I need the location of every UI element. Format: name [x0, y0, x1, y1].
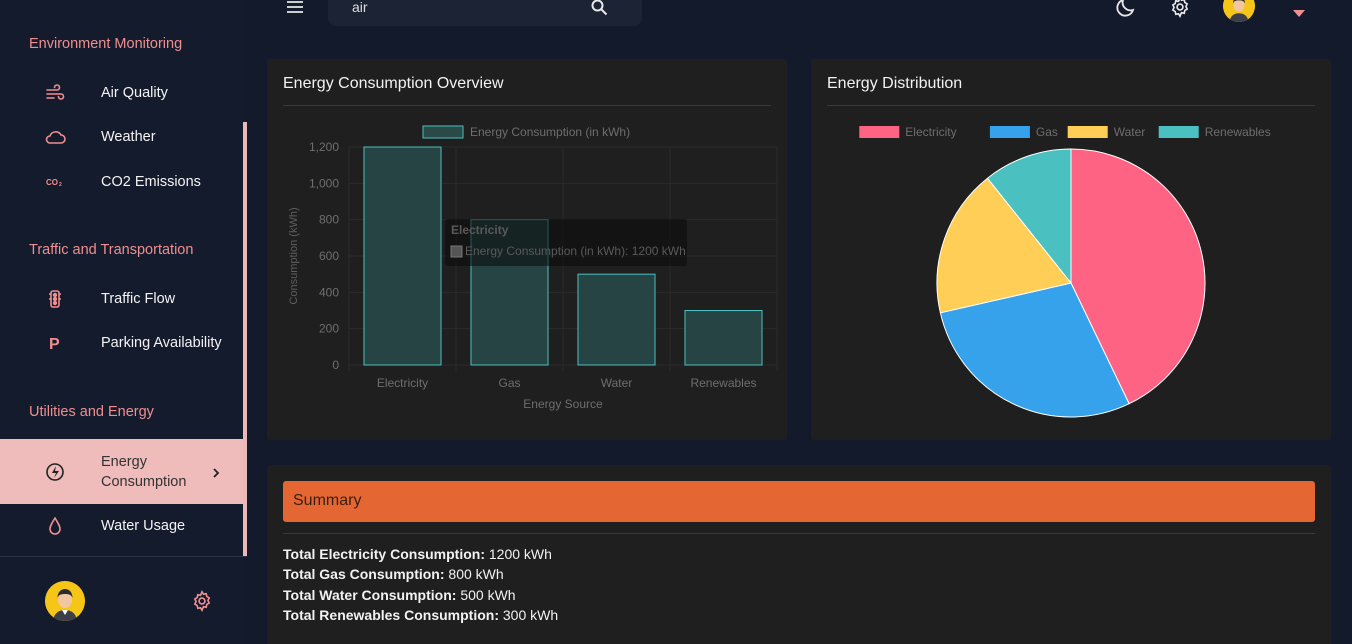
svg-text:2: 2 — [59, 182, 62, 187]
caret-down-icon[interactable] — [1293, 4, 1305, 22]
tooltip-swatch — [450, 245, 463, 258]
dark-mode-moon-icon[interactable] — [1115, 0, 1137, 23]
sidebar-item-label: Air Quality — [101, 85, 168, 101]
summary-line-electricity: Total Electricity Consumption: 1200 kWh — [283, 546, 552, 562]
legend-label: Renewables — [1205, 125, 1271, 139]
summary-label: Total Renewables Consumption: — [283, 607, 499, 623]
sidebar-item-label: Weather — [101, 129, 156, 145]
legend-swatch — [422, 125, 464, 139]
x-tick-label: Renewables — [690, 376, 756, 390]
x-axis-title: Energy Source — [523, 397, 603, 411]
parking-icon: P — [44, 332, 66, 354]
bar — [684, 310, 763, 366]
search-input[interactable] — [352, 0, 582, 17]
settings-gear-icon[interactable] — [191, 590, 213, 617]
sidebar-item-label: Parking Availability — [101, 335, 222, 351]
pie-chart: Electricity Gas Water Renewables — [859, 125, 1271, 418]
energy-overview-card: Energy Consumption Overview Energy Consu… — [267, 59, 787, 440]
cloud-icon — [44, 126, 66, 148]
y-tick-label: 0 — [332, 358, 339, 372]
summary-value: 300 kWh — [502, 607, 559, 623]
summary-label: Total Electricity Consumption: — [283, 546, 485, 562]
summary-value: 1200 kWh — [488, 546, 552, 562]
summary-value: 800 kWh — [448, 566, 504, 582]
summary-divider — [283, 533, 1315, 534]
sidebar-item-air-quality[interactable]: Air Quality — [0, 71, 243, 115]
summary-header: Summary — [283, 481, 1315, 522]
summary-line-gas: Total Gas Consumption: 800 kWh — [283, 566, 504, 582]
sidebar: Environment Monitoring Air Quality Weath… — [0, 0, 247, 644]
summary-label: Total Gas Consumption: — [283, 566, 445, 582]
sidebar-divider — [0, 556, 247, 557]
sidebar-item-traffic-flow[interactable]: Traffic Flow — [0, 277, 243, 321]
y-tick-label: 800 — [319, 213, 339, 227]
sidebar-item-energy-consumption[interactable]: Energy Consumption — [0, 439, 243, 504]
sidebar-item-co2-emissions[interactable]: CO 2 CO2 Emissions — [0, 160, 243, 204]
sidebar-item-label: Energy Consumption — [101, 453, 187, 490]
legend-label: Gas — [1036, 125, 1058, 139]
summary-label: Total Water Consumption: — [283, 587, 457, 603]
legend-swatch — [1067, 126, 1108, 138]
sidebar-item-weather[interactable]: Weather — [0, 115, 243, 159]
chart-tooltip: Electricity Energy Consumption (in kWh): … — [445, 219, 687, 266]
sidebar-item-label: Water Usage — [101, 518, 186, 534]
legend-swatch — [989, 126, 1030, 138]
legend-swatch — [1158, 126, 1199, 138]
bolt-icon — [44, 461, 66, 483]
y-tick-label: 400 — [319, 285, 339, 299]
user-avatar[interactable] — [1223, 0, 1255, 22]
summary-value: 500 kWh — [460, 587, 516, 603]
legend-label: Electricity — [905, 125, 956, 139]
sidebar-item-parking[interactable]: P Parking Availability — [0, 321, 243, 365]
y-axis-title: Consumption (kWh) — [288, 207, 300, 304]
avatar[interactable] — [45, 581, 85, 621]
co2-icon: CO 2 — [44, 171, 66, 193]
tooltip-body: Energy Consumption (in kWh): 1200 kWh — [465, 244, 686, 258]
y-tick-label: 600 — [319, 249, 339, 263]
svg-text:CO: CO — [46, 178, 58, 187]
x-tick-label: Electricity — [377, 376, 428, 390]
chevron-right-icon — [210, 466, 222, 478]
section-title-utilities: Utilities and Energy — [29, 404, 154, 420]
gear-icon[interactable] — [1169, 0, 1191, 23]
sidebar-item-label: CO2 Emissions — [101, 174, 201, 190]
energy-distribution-card: Energy Distribution Electricity Gas Water R… — [811, 59, 1331, 440]
legend-label: Energy Consumption (in kWh) — [470, 125, 630, 139]
summary-line-water: Total Water Consumption: 500 kWh — [283, 587, 516, 603]
search-icon[interactable] — [590, 0, 608, 21]
summary-card: Summary Total Electricity Consumption: 1… — [267, 465, 1331, 644]
sidebar-scrollbar[interactable] — [243, 122, 247, 556]
section-title-traffic: Traffic and Transportation — [29, 242, 194, 258]
sidebar-item-label: Traffic Flow — [101, 291, 176, 307]
svg-text:P: P — [49, 336, 60, 351]
menu-icon[interactable] — [286, 0, 306, 14]
y-tick-label: 1,000 — [309, 176, 339, 190]
bar — [363, 146, 442, 366]
bar — [577, 273, 656, 366]
x-tick-label: Gas — [498, 376, 520, 390]
bar-chart: Energy Consumption (in kWh) 0 200 400 600 800… — [288, 125, 778, 411]
summary-title: Summary — [293, 492, 362, 509]
wind-icon — [44, 82, 66, 104]
y-tick-label: 200 — [319, 322, 339, 336]
search-box — [328, 0, 642, 26]
water-drop-icon — [44, 515, 66, 537]
legend-label: Water — [1114, 125, 1146, 139]
legend-swatch — [859, 126, 900, 138]
y-tick-label: 1,200 — [309, 140, 339, 154]
tooltip-title: Electricity — [451, 223, 509, 237]
summary-line-renewables: Total Renewables Consumption: 300 kWh — [283, 607, 558, 623]
traffic-light-icon — [44, 288, 66, 310]
section-title-environment: Environment Monitoring — [29, 36, 183, 52]
x-tick-label: Water — [601, 376, 633, 390]
sidebar-item-water-usage[interactable]: Water Usage — [0, 504, 243, 548]
